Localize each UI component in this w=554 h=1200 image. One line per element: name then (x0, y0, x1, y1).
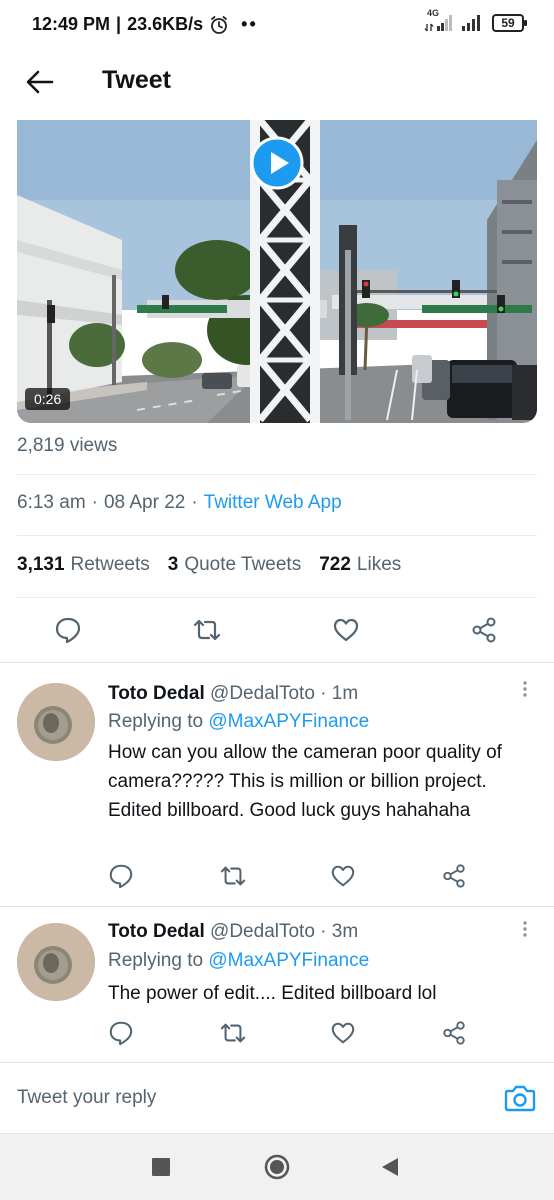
status-left: 12:49 PM | 23.6KB/s •• (32, 14, 258, 35)
network-type: 4G (427, 8, 440, 18)
reply-input[interactable]: Tweet your reply (17, 1087, 156, 1109)
reply-header: Toto Dedal @DedalToto · 3m (108, 921, 358, 943)
back-icon[interactable] (378, 1154, 404, 1180)
share-icon[interactable] (441, 863, 467, 889)
retweet-icon[interactable] (220, 863, 246, 889)
recents-icon[interactable] (148, 1154, 174, 1180)
home-icon[interactable] (264, 1154, 290, 1180)
status-speed: 23.6KB/s (127, 14, 204, 34)
alarm-icon (211, 15, 228, 34)
meta-separator: · (191, 492, 198, 513)
video-player[interactable]: 0:26 (17, 120, 537, 423)
reply-composer: Tweet your reply (0, 1062, 554, 1134)
video-duration: 0:26 (25, 388, 71, 410)
likes-label: Likes (356, 554, 402, 575)
view-count: 2,819 views (17, 435, 118, 456)
quote-tweets-stat[interactable]: 3 Quote Tweets (168, 554, 301, 576)
status-separator: | (116, 14, 122, 34)
reply-author-handle: @DedalToto · 3m (210, 921, 359, 942)
retweets-stat[interactable]: 3,131 Retweets (17, 554, 150, 576)
replying-to: Replying to @MaxAPYFinance (108, 950, 369, 972)
meta-separator: · (91, 492, 98, 513)
retweet-icon[interactable] (193, 616, 221, 644)
likes-stat[interactable]: 722 Likes (319, 554, 401, 576)
status-time: 12:49 PM (32, 14, 111, 34)
header: Tweet (0, 50, 554, 120)
tweet-source-link[interactable]: Twitter Web App (204, 492, 342, 514)
more-options-icon[interactable] (519, 679, 531, 699)
retweets-count: 3,131 (17, 554, 65, 575)
share-icon[interactable] (441, 1020, 467, 1046)
status-dots: •• (241, 14, 258, 34)
system-nav-bar (0, 1134, 554, 1200)
tweet-time: 6:13 am (17, 492, 86, 513)
tweet-meta: 6:13 am · 08 Apr 22 · Twitter Web App (17, 492, 342, 514)
reply-icon[interactable] (54, 616, 82, 644)
quote-tweets-label: Quote Tweets (184, 554, 302, 575)
retweets-label: Retweets (70, 554, 150, 575)
camera-icon[interactable] (504, 1083, 536, 1113)
likes-count: 722 (319, 554, 351, 575)
like-icon[interactable] (330, 863, 356, 889)
retweet-icon[interactable] (220, 1020, 246, 1046)
tweet-stats: 3,131 Retweets 3 Quote Tweets 722 Likes (17, 554, 401, 576)
tweet-actions (0, 600, 554, 660)
battery-icon: 59 (492, 14, 527, 32)
more-options-icon[interactable] (519, 919, 531, 939)
signal-4g-icon: 4G (424, 8, 454, 34)
replying-to-label: Replying to (108, 950, 204, 971)
divider (17, 474, 537, 475)
status-bar: 12:49 PM | 23.6KB/s •• 4G 59 (0, 0, 554, 50)
share-icon[interactable] (470, 616, 498, 644)
replying-to-label: Replying to (108, 711, 204, 732)
replying-to: Replying to @MaxAPYFinance (108, 711, 369, 733)
reply-icon[interactable] (108, 863, 134, 889)
signal-icon (462, 15, 480, 31)
back-arrow-icon[interactable] (24, 66, 56, 98)
mention-link[interactable]: @MaxAPYFinance (208, 711, 369, 732)
reply-author-handle: @DedalToto · 1m (210, 683, 359, 704)
reply-header: Toto Dedal @DedalToto · 1m (108, 683, 358, 705)
mention-link[interactable]: @MaxAPYFinance (208, 950, 369, 971)
reply-tweet[interactable]: Toto Dedal @DedalToto · 1m Replying to @… (0, 663, 554, 905)
reply-author-name[interactable]: Toto Dedal (108, 921, 205, 942)
battery-level: 59 (501, 16, 515, 30)
divider (17, 597, 537, 598)
avatar[interactable] (17, 683, 95, 761)
status-right: 4G 59 (424, 8, 527, 34)
like-icon[interactable] (330, 1020, 356, 1046)
page-title: Tweet (102, 66, 171, 94)
reply-author-name[interactable]: Toto Dedal (108, 683, 205, 704)
divider (17, 535, 537, 536)
reply-text: How can you allow the cameran poor quali… (108, 742, 502, 821)
like-icon[interactable] (332, 616, 360, 644)
avatar[interactable] (17, 923, 95, 1001)
reply-text: The power of edit.... Edited billboard l… (108, 983, 437, 1004)
play-icon[interactable] (250, 136, 304, 190)
reply-icon[interactable] (108, 1020, 134, 1046)
quote-tweets-count: 3 (167, 554, 179, 575)
tweet-date: 08 Apr 22 (103, 492, 186, 513)
reply-tweet[interactable]: Toto Dedal @DedalToto · 3m Replying to @… (0, 907, 554, 1062)
